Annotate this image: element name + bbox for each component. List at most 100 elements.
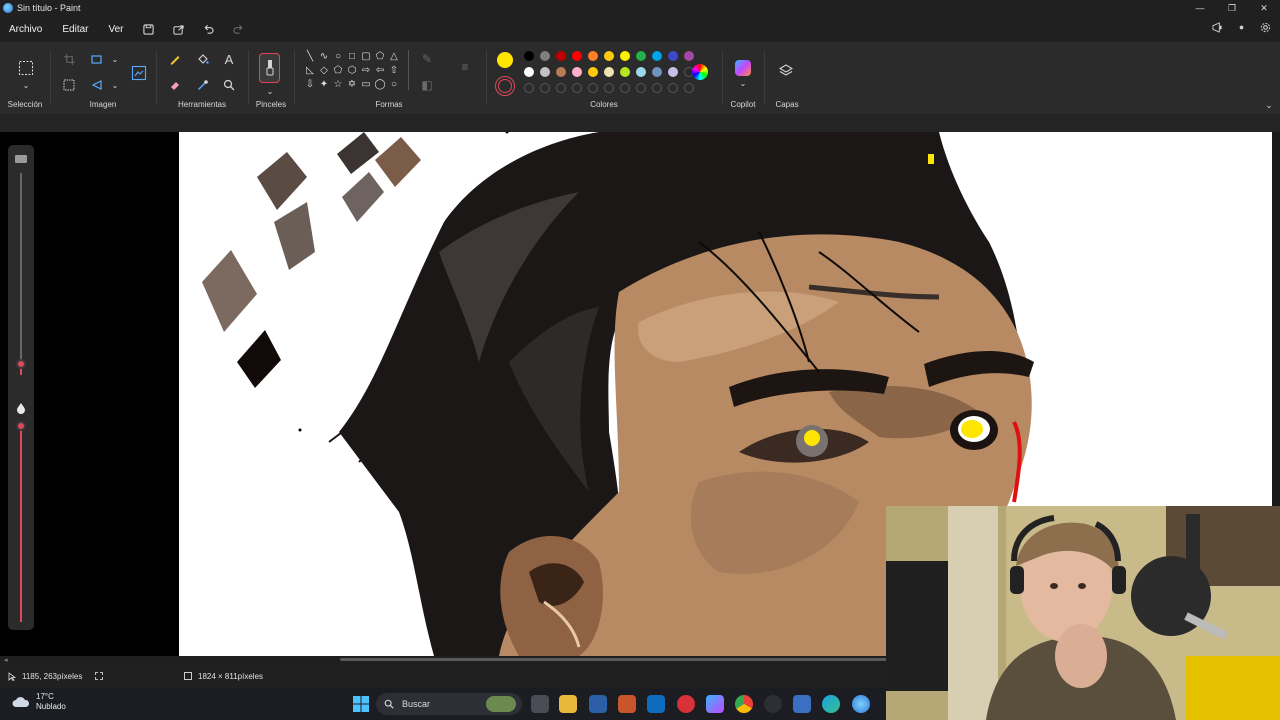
chrome-icon[interactable] xyxy=(735,695,753,713)
arrow-up-shape-icon[interactable]: ⇧ xyxy=(388,64,400,76)
custom-color-slot[interactable] xyxy=(620,83,630,93)
custom-color-slot[interactable] xyxy=(636,83,646,93)
menu-ver[interactable]: Ver xyxy=(98,24,133,35)
palette-color-swatch[interactable] xyxy=(540,51,550,61)
account-icon[interactable] xyxy=(1230,22,1252,36)
curve-shape-icon[interactable]: ∿ xyxy=(318,50,330,62)
save-icon[interactable] xyxy=(134,16,164,42)
chevron-down-icon[interactable]: ⌄ xyxy=(106,50,124,68)
feedback-icon[interactable] xyxy=(1206,22,1228,36)
diamond-shape-icon[interactable]: ◇ xyxy=(318,64,330,76)
hexagon-shape-icon[interactable]: ⬡ xyxy=(346,64,358,76)
palette-color-swatch[interactable] xyxy=(620,51,630,61)
palette-color-swatch[interactable] xyxy=(668,67,678,77)
custom-color-slot[interactable] xyxy=(540,83,550,93)
weather-widget[interactable]: 17°C Nublado xyxy=(12,692,66,712)
text-icon[interactable]: A xyxy=(220,50,238,68)
store-icon[interactable] xyxy=(589,695,607,713)
collapse-ribbon-icon[interactable]: ⌄ xyxy=(1260,96,1278,114)
custom-color-slot[interactable] xyxy=(604,83,614,93)
office-icon[interactable] xyxy=(618,695,636,713)
crop-icon[interactable] xyxy=(60,50,78,68)
primary-color-swatch[interactable] xyxy=(497,52,513,68)
custom-color-slot[interactable] xyxy=(588,83,598,93)
redo-icon[interactable] xyxy=(224,16,254,42)
opacity-slider-thumb[interactable] xyxy=(16,421,26,431)
star4-shape-icon[interactable]: ✦ xyxy=(318,78,330,90)
color-picker-icon[interactable] xyxy=(194,76,212,94)
fill-icon[interactable] xyxy=(194,50,212,68)
palette-color-swatch[interactable] xyxy=(604,67,614,77)
copilot-taskbar-icon[interactable] xyxy=(706,695,724,713)
callout-cloud-shape-icon[interactable]: ○ xyxy=(388,78,400,90)
triangle-shape-icon[interactable]: △ xyxy=(388,50,400,62)
chevron-down-icon[interactable]: ⌄ xyxy=(17,76,35,94)
pencil-icon[interactable] xyxy=(166,50,184,68)
palette-color-swatch[interactable] xyxy=(540,67,550,77)
callout-rect-shape-icon[interactable]: ▭ xyxy=(360,78,372,90)
polygon-shape-icon[interactable]: ⬠ xyxy=(374,50,386,62)
menu-editar[interactable]: Editar xyxy=(52,24,98,35)
app-blue-icon[interactable] xyxy=(793,695,811,713)
shape-fill-icon[interactable]: ◧ xyxy=(418,76,436,94)
star6-shape-icon[interactable]: ✡ xyxy=(346,78,358,90)
maximize-button[interactable]: ❐ xyxy=(1216,0,1248,16)
custom-color-slot[interactable] xyxy=(668,83,678,93)
palette-color-swatch[interactable] xyxy=(652,67,662,77)
callout-oval-shape-icon[interactable]: ◯ xyxy=(374,78,386,90)
pentagon-shape-icon[interactable]: ⬠ xyxy=(332,64,344,76)
custom-color-slot[interactable] xyxy=(684,83,694,93)
custom-color-slot[interactable] xyxy=(652,83,662,93)
palette-color-swatch[interactable] xyxy=(524,67,534,77)
arrow-left-shape-icon[interactable]: ⇦ xyxy=(374,64,386,76)
palette-color-swatch[interactable] xyxy=(636,51,646,61)
edge-icon[interactable] xyxy=(822,695,840,713)
oval-shape-icon[interactable]: ○ xyxy=(332,50,344,62)
close-button[interactable]: ✕ xyxy=(1248,0,1280,16)
chevron-down-icon[interactable]: ⌄ xyxy=(106,76,124,94)
arrow-right-shape-icon[interactable]: ⇨ xyxy=(360,64,372,76)
app-circle-icon[interactable] xyxy=(764,695,782,713)
secondary-color-swatch[interactable] xyxy=(495,76,515,96)
palette-color-swatch[interactable] xyxy=(572,51,582,61)
taskbar-search[interactable]: Buscar xyxy=(376,693,522,715)
palette-color-swatch[interactable] xyxy=(684,51,694,61)
line-shape-icon[interactable]: ╲ xyxy=(304,50,316,62)
layers-icon[interactable] xyxy=(777,62,795,80)
rounded-rectangle-shape-icon[interactable]: ▢ xyxy=(360,50,372,62)
windows-start-icon[interactable] xyxy=(352,695,370,713)
palette-color-swatch[interactable] xyxy=(668,51,678,61)
minimize-button[interactable]: — xyxy=(1184,0,1216,16)
palette-color-swatch[interactable] xyxy=(604,51,614,61)
scrollbar-thumb[interactable] xyxy=(340,658,900,661)
paint-taskbar-icon[interactable] xyxy=(852,695,870,713)
app-red-icon[interactable] xyxy=(677,695,695,713)
scroll-left-icon[interactable]: ◂ xyxy=(4,656,8,664)
custom-color-slot[interactable] xyxy=(572,83,582,93)
palette-color-swatch[interactable] xyxy=(572,67,582,77)
palette-color-swatch[interactable] xyxy=(588,51,598,61)
right-triangle-shape-icon[interactable]: ◺ xyxy=(304,64,316,76)
resize-icon[interactable] xyxy=(88,50,106,68)
eraser-icon[interactable] xyxy=(166,76,184,94)
custom-color-slot[interactable] xyxy=(524,83,534,93)
outline-icon[interactable]: ✎ xyxy=(418,50,436,68)
palette-color-swatch[interactable] xyxy=(620,67,630,77)
palette-color-swatch[interactable] xyxy=(556,51,566,61)
custom-color-slot[interactable] xyxy=(556,83,566,93)
menu-archivo[interactable]: Archivo xyxy=(0,24,52,35)
palette-color-swatch[interactable] xyxy=(652,51,662,61)
palette-color-swatch[interactable] xyxy=(556,67,566,77)
undo-icon[interactable] xyxy=(194,16,224,42)
chevron-down-icon[interactable]: ⌄ xyxy=(734,74,752,92)
arrow-down-shape-icon[interactable]: ⇩ xyxy=(304,78,316,90)
edit-colors-icon[interactable] xyxy=(692,64,708,80)
size-slider-thumb[interactable] xyxy=(16,359,26,369)
share-icon[interactable] xyxy=(164,16,194,42)
rotate-icon[interactable] xyxy=(88,76,106,94)
rectangle-select-icon[interactable] xyxy=(16,58,36,78)
file-explorer-icon[interactable] xyxy=(559,695,577,713)
palette-color-swatch[interactable] xyxy=(524,51,534,61)
magnifier-icon[interactable] xyxy=(220,76,238,94)
size-slider-track[interactable] xyxy=(20,173,22,363)
